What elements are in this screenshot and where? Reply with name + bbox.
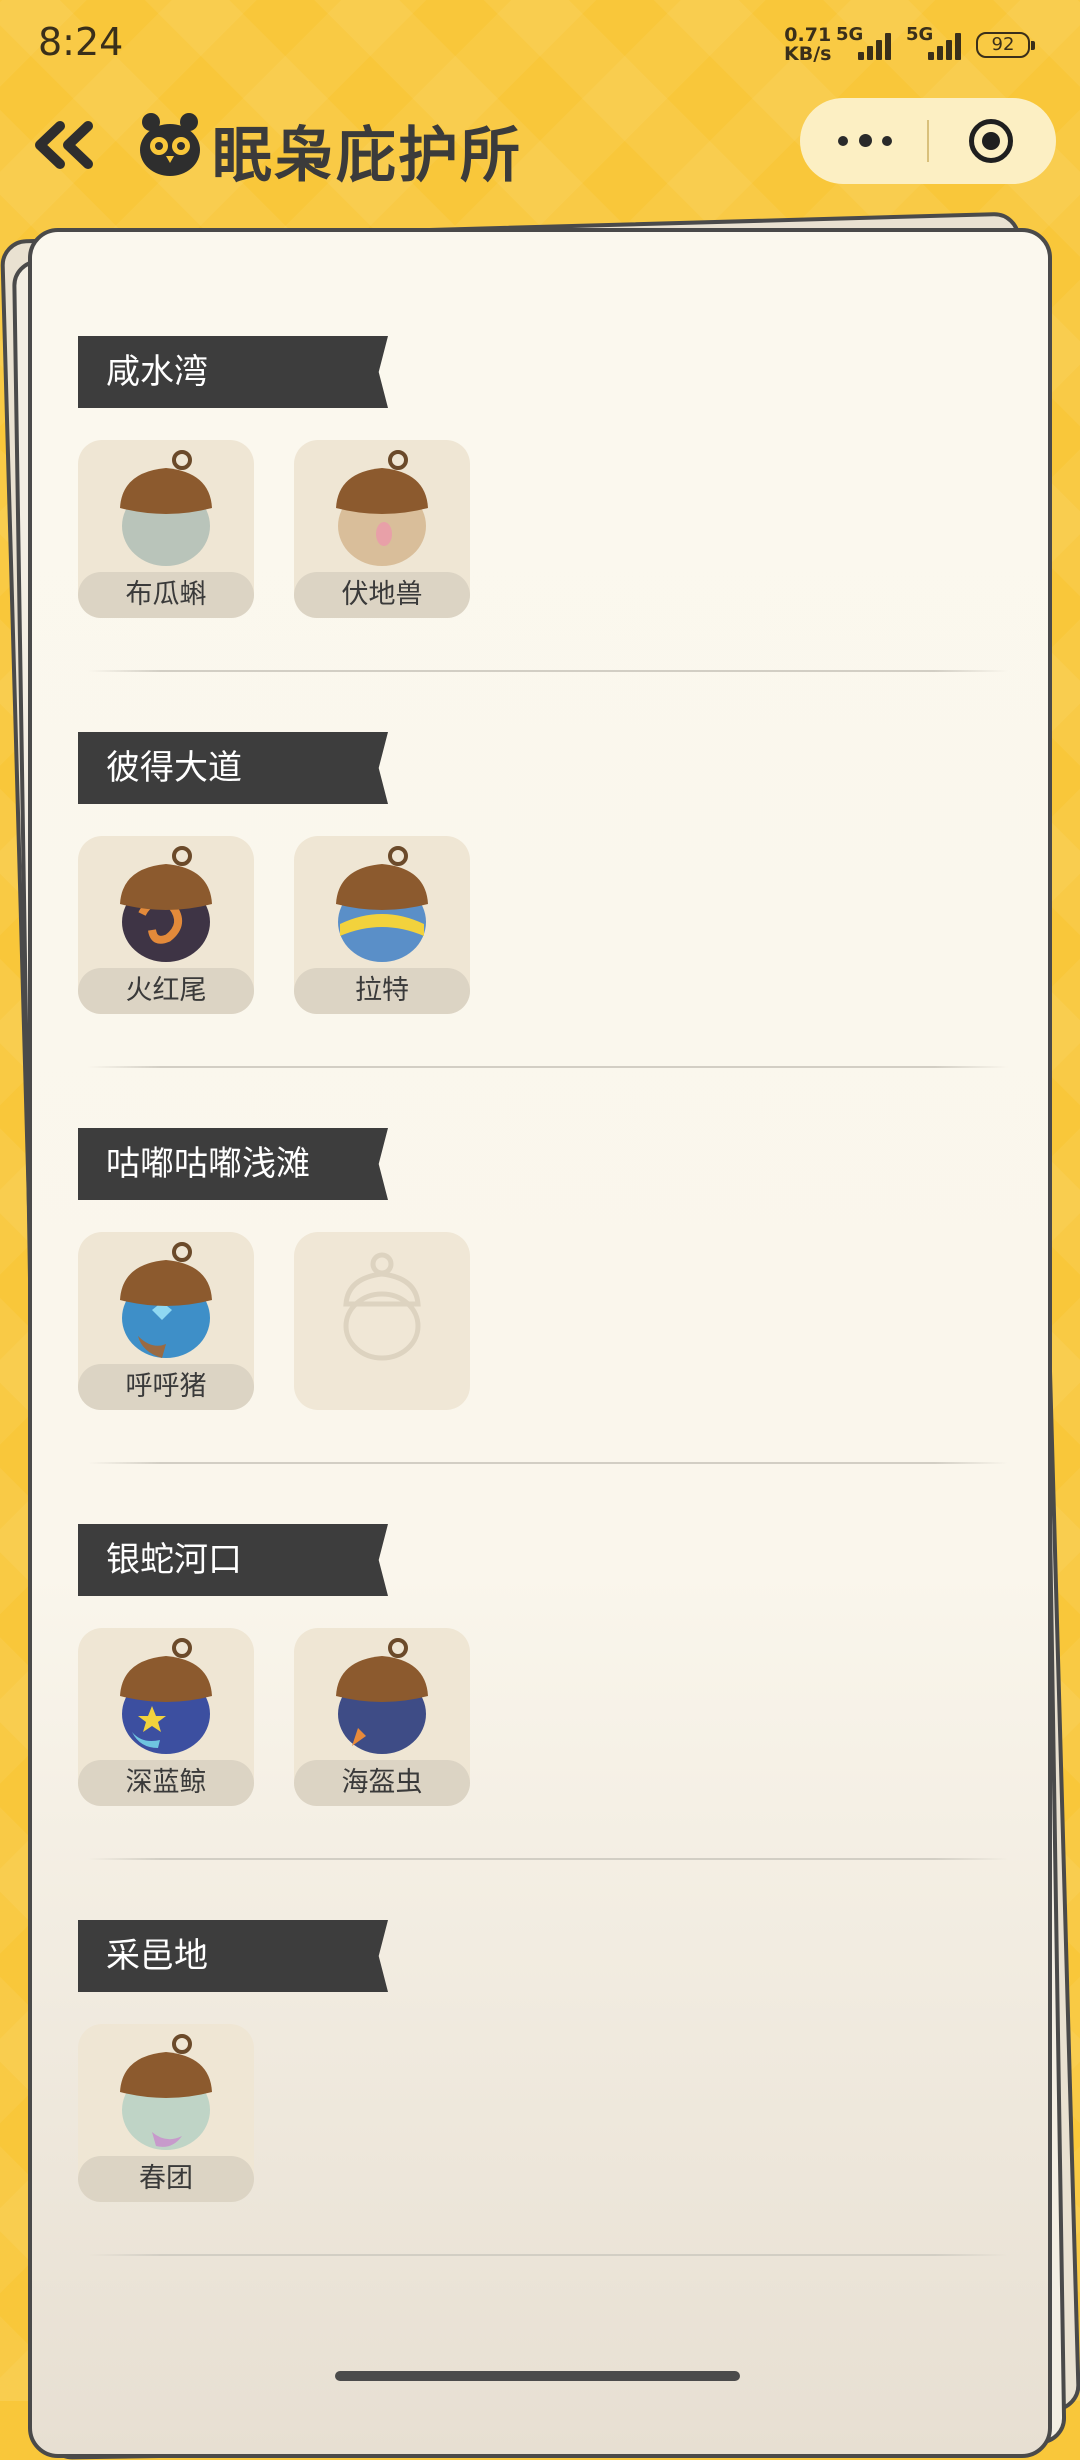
section-divider: [88, 670, 1008, 672]
creature-tile[interactable]: 伏地兽: [294, 440, 470, 618]
owl-logo-icon: [135, 110, 205, 178]
section-title-3: 咕嘟咕嘟浅滩: [78, 1128, 388, 1200]
acorn-icon: [120, 1638, 212, 1754]
acorn-icon: [336, 450, 428, 566]
section-divider: [88, 2254, 1008, 2256]
home-indicator[interactable]: [335, 2371, 740, 2381]
more-icon: [838, 136, 848, 146]
creature-tile[interactable]: 拉特: [294, 836, 470, 1014]
back-button[interactable]: [30, 108, 104, 182]
status-time: 8:24: [38, 20, 124, 64]
section-title-5: 采邑地: [78, 1920, 388, 1992]
section-title-1: 咸水湾: [78, 336, 388, 408]
empty-acorn-icon: [343, 1252, 421, 1361]
creature-name: 深蓝鲸: [78, 1760, 254, 1806]
section-divider: [88, 1066, 1008, 1068]
acorn-icon: [336, 1638, 428, 1754]
page-title: 眠枭庇护所: [212, 121, 522, 191]
creature-tile[interactable]: 海盔虫: [294, 1628, 470, 1806]
creature-tile[interactable]: 春团: [78, 2024, 254, 2202]
creature-tile[interactable]: 深蓝鲸: [78, 1628, 254, 1806]
network-speed: 0.71 KB/s: [784, 24, 832, 65]
creature-name: 春团: [78, 2156, 254, 2202]
acorn-icon: [120, 2034, 212, 2150]
acorn-icon: [336, 846, 428, 962]
creature-name: 海盔虫: [294, 1760, 470, 1806]
creature-name: 火红尾: [78, 968, 254, 1014]
creature-name: 伏地兽: [294, 572, 470, 618]
section-title-4: 银蛇河口: [78, 1524, 388, 1596]
creature-tile[interactable]: 火红尾: [78, 836, 254, 1014]
battery-indicator: 92: [976, 32, 1035, 58]
more-button[interactable]: [800, 98, 927, 184]
acorn-icon: [120, 846, 212, 962]
acorn-icon: [120, 1242, 212, 1358]
status-bar: 8:24 0.71 KB/s 5G 5G 92: [0, 0, 1080, 88]
creature-name: 拉特: [294, 968, 470, 1014]
mini-program-capsule: [800, 98, 1056, 184]
section-divider: [88, 1858, 1008, 1860]
back-double-chevron-icon: [35, 121, 93, 169]
section-divider: [88, 1462, 1008, 1464]
creature-name: 布瓜蝌: [78, 572, 254, 618]
sanctuary-list-card[interactable]: 咸水湾 布瓜蝌 伏地兽 彼得大道 火红尾 拉特 咕嘟咕嘟浅滩 呼呼猪 银蛇河口 …: [28, 228, 1052, 2458]
section-title-2: 彼得大道: [78, 732, 388, 804]
creature-tile-empty[interactable]: [294, 1232, 470, 1410]
creature-tile[interactable]: 呼呼猪: [78, 1232, 254, 1410]
close-button[interactable]: [929, 98, 1056, 184]
acorn-icon: [120, 450, 212, 566]
creature-tile[interactable]: 布瓜蝌: [78, 440, 254, 618]
creature-name: 呼呼猪: [78, 1364, 254, 1410]
